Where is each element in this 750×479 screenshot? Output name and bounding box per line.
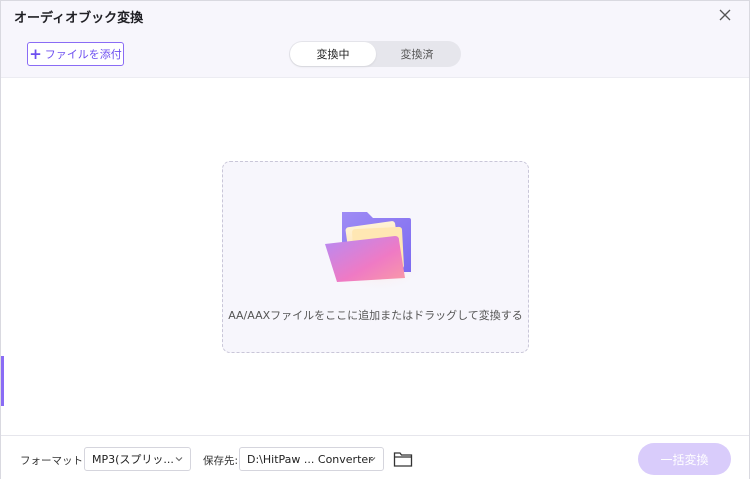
close-button[interactable] xyxy=(715,5,735,25)
drop-zone-text: AA/AAXファイルをここに追加またはドラッグして変換する xyxy=(228,309,523,322)
format-value: MP3(スプリッ... xyxy=(92,453,174,466)
window-title: オーディオブック変換 xyxy=(14,11,144,26)
folder-illustration-icon xyxy=(325,212,427,290)
status-tabs: 変換中 変換済 xyxy=(289,41,461,67)
app-window: オーディオブック変換 + ファイルを添付 変換中 変換済 AA/AAXファイルを… xyxy=(0,0,750,479)
close-icon xyxy=(719,9,731,21)
chevron-down-icon xyxy=(175,457,183,462)
tab-converting[interactable]: 変換中 xyxy=(290,42,376,66)
tab-converted[interactable]: 変換済 xyxy=(374,42,460,66)
header: オーディオブック変換 + ファイルを添付 変換中 変換済 xyxy=(1,1,749,78)
format-label: フォーマット: xyxy=(20,455,87,467)
plus-icon: + xyxy=(29,44,42,63)
add-file-label: ファイルを添付 xyxy=(44,48,122,61)
add-file-button[interactable]: + ファイルを添付 xyxy=(27,42,124,66)
folder-icon[interactable] xyxy=(393,450,413,468)
drop-zone[interactable]: AA/AAXファイルをここに追加またはドラッグして変換する xyxy=(222,161,529,353)
save-location-value: D:\HitPaw ... Converter xyxy=(247,452,373,466)
footer-bar: フォーマット: MP3(スプリッ... 保存先: D:\HitPaw ... C… xyxy=(1,435,749,479)
convert-all-button[interactable]: 一括変換 xyxy=(638,443,731,475)
save-location-select[interactable]: D:\HitPaw ... Converter xyxy=(239,447,384,471)
window-edge-accent xyxy=(1,356,4,406)
chevron-down-icon xyxy=(368,457,376,462)
save-location-label: 保存先: xyxy=(203,455,239,467)
format-select[interactable]: MP3(スプリッ... xyxy=(84,447,191,471)
